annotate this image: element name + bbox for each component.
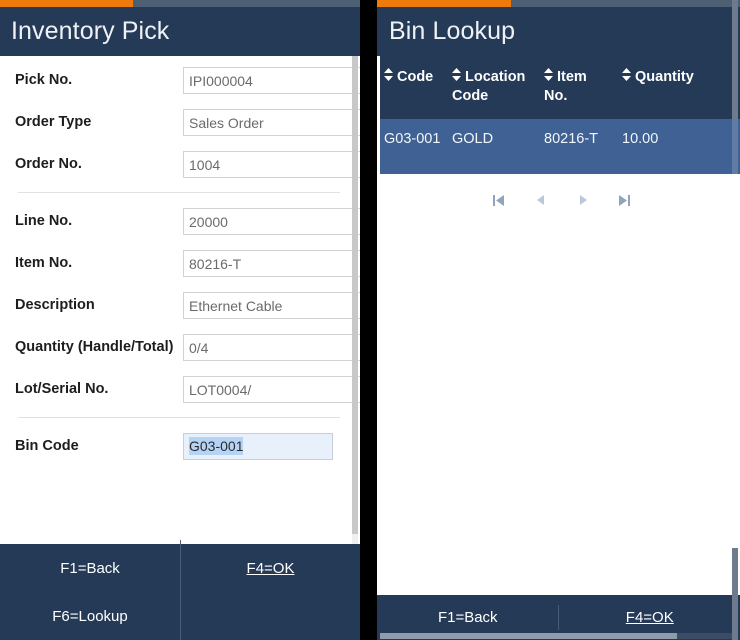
input-pick-no[interactable] [183, 67, 360, 94]
left-title-bar: Inventory Pick [0, 7, 360, 56]
previous-page-icon[interactable] [531, 190, 551, 210]
right-panel-horizontal-scrollbar[interactable] [380, 633, 733, 639]
column-header-quantity[interactable]: Quantity [618, 56, 710, 119]
input-description[interactable] [183, 292, 360, 319]
key-empty-slot [179, 588, 361, 640]
field-row-pick-no: Pick No. [0, 67, 360, 94]
key-f6-lookup[interactable]: F6=Lookup [0, 604, 180, 629]
field-row-lot-serial-no: Lot/Serial No. [0, 376, 360, 403]
right-title-bar: Bin Lookup [377, 7, 740, 56]
cell-quantity: 10.00 [618, 119, 710, 174]
input-bin-code[interactable]: G03-001 [183, 433, 333, 460]
page-title: Inventory Pick [11, 17, 170, 45]
label-item-no: Item No. [15, 255, 73, 271]
cell-code: G03-001 [380, 119, 448, 174]
label-quantity: Quantity (Handle/Total) [15, 339, 174, 355]
bin-code-selected-text: G03-001 [189, 437, 244, 455]
form-divider-bottom [18, 417, 340, 418]
sort-updown-icon [384, 68, 393, 81]
column-header-location-code[interactable]: Location Code [448, 56, 540, 119]
table-pagination [377, 190, 740, 210]
key-f4-ok-right-label: F4=OK [625, 609, 674, 626]
key-f1-back-right[interactable]: F1=Back [377, 605, 559, 630]
input-lot-serial-no[interactable] [183, 376, 360, 403]
app-vertical-scrollbar[interactable] [732, 0, 738, 640]
left-key-bar: F1=Back F4=OK F6=Lookup [0, 540, 361, 640]
left-panel-scrollbar-thumb[interactable] [352, 56, 358, 534]
last-page-icon[interactable] [615, 190, 635, 210]
table-header: Code Location Code Item No. Quantity [380, 56, 740, 119]
key-f4-ok-label: F4=OK [246, 559, 295, 577]
app-vertical-scrollbar-thumb[interactable] [732, 0, 738, 640]
label-bin-code: Bin Code [15, 438, 79, 454]
label-pick-no: Pick No. [15, 72, 73, 88]
field-row-order-type: Order Type [0, 109, 360, 136]
field-row-bin-code: Bin Code G03-001 [0, 433, 360, 460]
field-row-description: Description [0, 292, 360, 319]
table-body: G03-001 GOLD 80216-T 10.00 [380, 119, 740, 174]
sort-updown-icon [452, 68, 461, 81]
bin-lookup-panel: Bin Lookup Code Location Code Item No. Q… [377, 0, 740, 640]
column-header-code[interactable]: Code [380, 56, 448, 119]
input-order-no[interactable] [183, 151, 360, 178]
label-lot-serial-no: Lot/Serial No. [15, 381, 109, 397]
bin-lookup-table-container: Code Location Code Item No. Quantity G03… [377, 56, 740, 587]
right-progress-fill [377, 0, 512, 7]
column-header-quantity-label: Quantity [635, 69, 694, 85]
left-progress-bar [0, 0, 360, 7]
right-panel-hscrollbar-thumb[interactable] [380, 633, 677, 639]
left-progress-fill [0, 0, 134, 7]
field-row-order-no: Order No. [0, 151, 360, 178]
input-item-no[interactable] [183, 250, 360, 277]
first-page-icon[interactable] [489, 190, 509, 210]
column-header-item-no[interactable]: Item No. [540, 56, 618, 119]
next-page-icon[interactable] [573, 190, 593, 210]
cell-item-no: 80216-T [540, 119, 618, 174]
column-header-code-label: Code [397, 69, 434, 85]
right-progress-bar [377, 0, 740, 7]
table-header-row: Code Location Code Item No. Quantity [380, 56, 740, 119]
column-header-location-code-label: Location Code [452, 69, 526, 104]
input-quantity[interactable] [183, 334, 360, 361]
field-row-line-no: Line No. [0, 208, 360, 235]
panel-gutter [360, 0, 377, 640]
table-row[interactable]: G03-001 GOLD 80216-T 10.00 [380, 119, 740, 174]
key-f4-ok-right[interactable]: F4=OK [558, 605, 740, 630]
label-line-no: Line No. [15, 213, 73, 229]
left-panel-scrollbar[interactable] [352, 56, 358, 544]
app-screen: Inventory Pick Pick No. Order Type Order… [0, 0, 740, 640]
form-divider-top [18, 192, 340, 193]
field-row-quantity: Quantity (Handle/Total) [0, 334, 360, 361]
label-description: Description [15, 297, 95, 313]
label-order-no: Order No. [15, 156, 82, 172]
inventory-pick-form: Pick No. Order Type Order No. Line No. I… [0, 56, 360, 544]
field-row-item-no: Item No. [0, 250, 360, 277]
sort-updown-icon [544, 68, 553, 81]
input-line-no[interactable] [183, 208, 360, 235]
label-order-type: Order Type [15, 114, 92, 130]
bin-lookup-table: Code Location Code Item No. Quantity G03… [380, 56, 740, 174]
sort-updown-icon [622, 68, 631, 81]
key-f1-back[interactable]: F1=Back [0, 556, 180, 581]
bin-lookup-title: Bin Lookup [389, 17, 516, 45]
inventory-pick-panel: Inventory Pick Pick No. Order Type Order… [0, 0, 360, 640]
input-order-type[interactable] [183, 109, 360, 136]
cell-location-code: GOLD [448, 119, 540, 174]
